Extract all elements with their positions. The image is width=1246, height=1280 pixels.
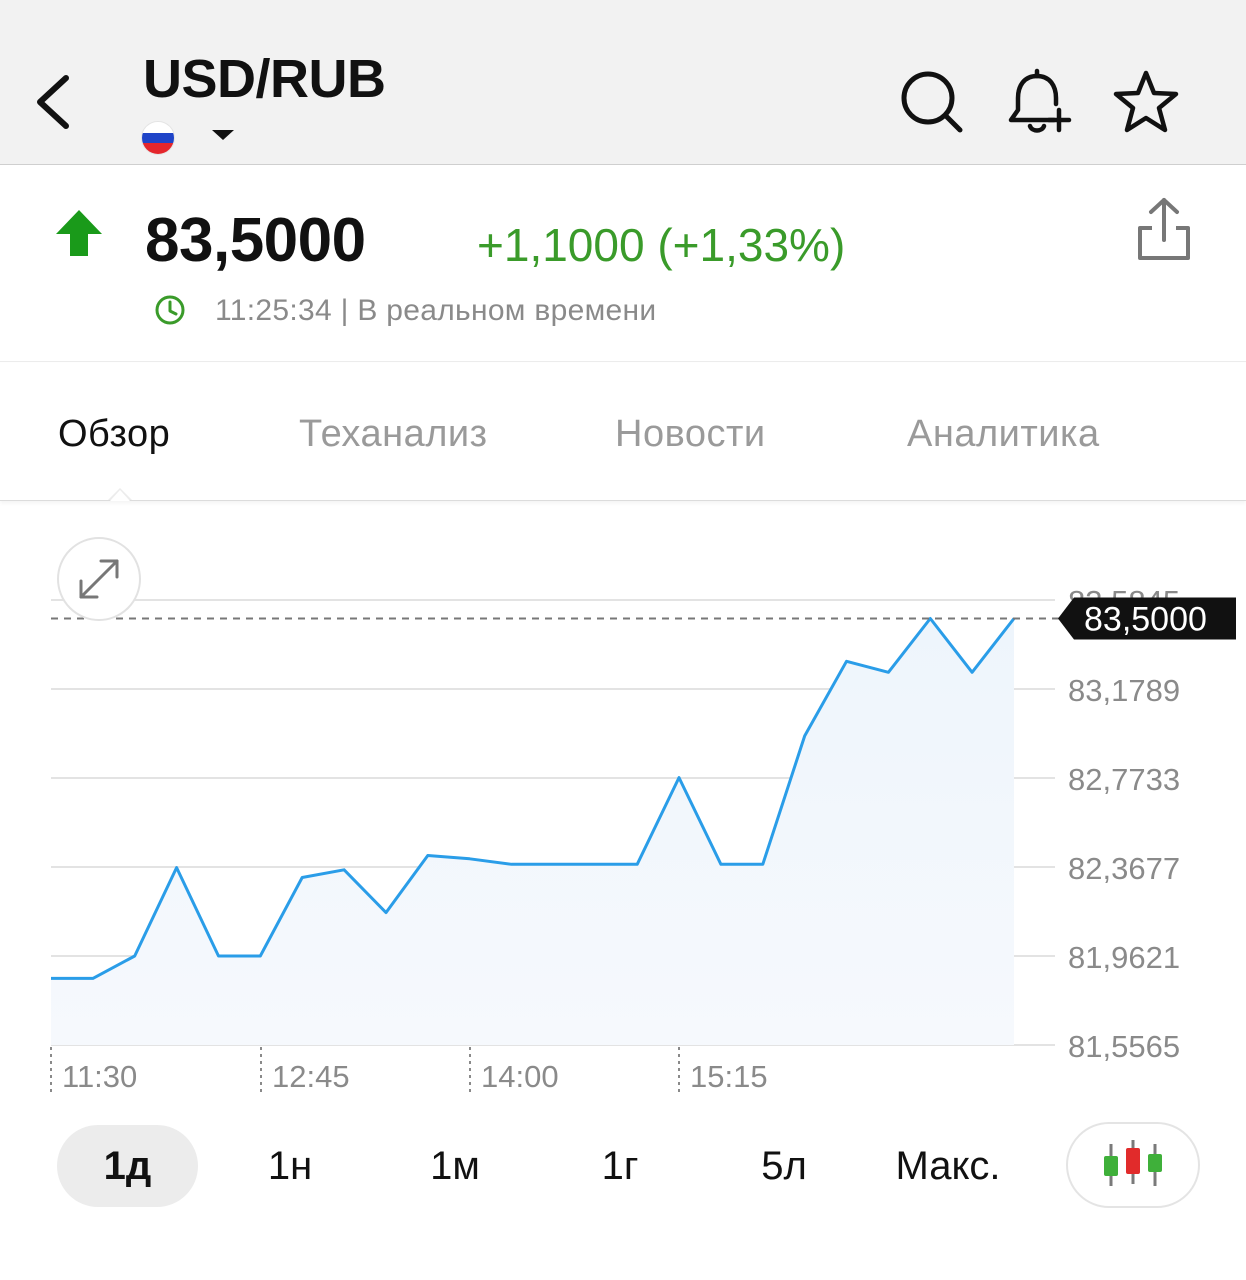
y-tick-label: 82,7733	[1068, 762, 1180, 797]
search-icon[interactable]	[898, 68, 966, 136]
share-icon[interactable]	[1136, 196, 1192, 262]
period-1y[interactable]: 1г	[570, 1125, 670, 1207]
chevron-down-icon[interactable]	[212, 130, 234, 140]
section-tabs: Обзор Теханализ Новости Аналитика	[0, 363, 1246, 501]
price-change: +1,1000 (+1,33%)	[477, 219, 846, 271]
russia-flag-icon[interactable]	[141, 121, 175, 155]
y-axis-labels: 83,584583,178982,773382,367781,962181,55…	[1068, 584, 1180, 1064]
current-price-tag: 83,5000	[1058, 597, 1236, 640]
bell-add-icon[interactable]	[1004, 68, 1072, 136]
chart-area-fill	[51, 618, 1014, 1045]
current-price: 83,5000	[145, 206, 366, 275]
y-tick-label: 81,9621	[1068, 940, 1180, 975]
x-tick-label: 15:15	[690, 1059, 768, 1094]
price-chart[interactable]: 83,584583,178982,773382,367781,962181,55…	[0, 502, 1246, 1102]
y-tick-label: 82,3677	[1068, 851, 1180, 886]
tab-tech-analysis[interactable]: Теханализ	[299, 413, 488, 456]
expand-chart-button[interactable]	[57, 537, 141, 621]
candlestick-toggle-button[interactable]	[1066, 1122, 1200, 1208]
candlestick-icon	[1104, 1140, 1162, 1186]
arrow-up-icon	[56, 210, 102, 256]
star-icon[interactable]	[1112, 68, 1180, 136]
current-price-tag-label: 83,5000	[1084, 601, 1207, 639]
period-1d[interactable]: 1д	[57, 1125, 198, 1207]
clock-icon	[155, 295, 185, 325]
quote-timestamp: 11:25:34 | В реальном времени	[215, 294, 657, 327]
period-max[interactable]: Макс.	[880, 1125, 1016, 1207]
y-tick-label: 81,5565	[1068, 1029, 1180, 1064]
tab-overview[interactable]: Обзор	[58, 413, 170, 456]
top-bar: USD/RUB	[0, 0, 1246, 165]
period-1m[interactable]: 1м	[405, 1125, 505, 1207]
tabs-fade	[1226, 363, 1246, 500]
x-tick-label: 12:45	[272, 1059, 350, 1094]
x-tick-label: 11:30	[62, 1059, 137, 1094]
x-axis-labels: 11:30 12:45 14:00 15:15	[50, 1047, 768, 1094]
tab-analytics[interactable]: Аналитика	[907, 413, 1100, 456]
period-1w[interactable]: 1н	[240, 1125, 340, 1207]
period-5y[interactable]: 5л	[734, 1125, 834, 1207]
back-arrow-icon[interactable]	[30, 70, 80, 135]
x-tick-label: 14:00	[481, 1059, 559, 1094]
active-tab-indicator-inner	[110, 490, 130, 501]
instrument-title: USD/RUB	[143, 49, 386, 109]
y-tick-label: 83,1789	[1068, 673, 1180, 708]
expand-icon	[79, 559, 119, 599]
tab-news[interactable]: Новости	[615, 413, 766, 456]
